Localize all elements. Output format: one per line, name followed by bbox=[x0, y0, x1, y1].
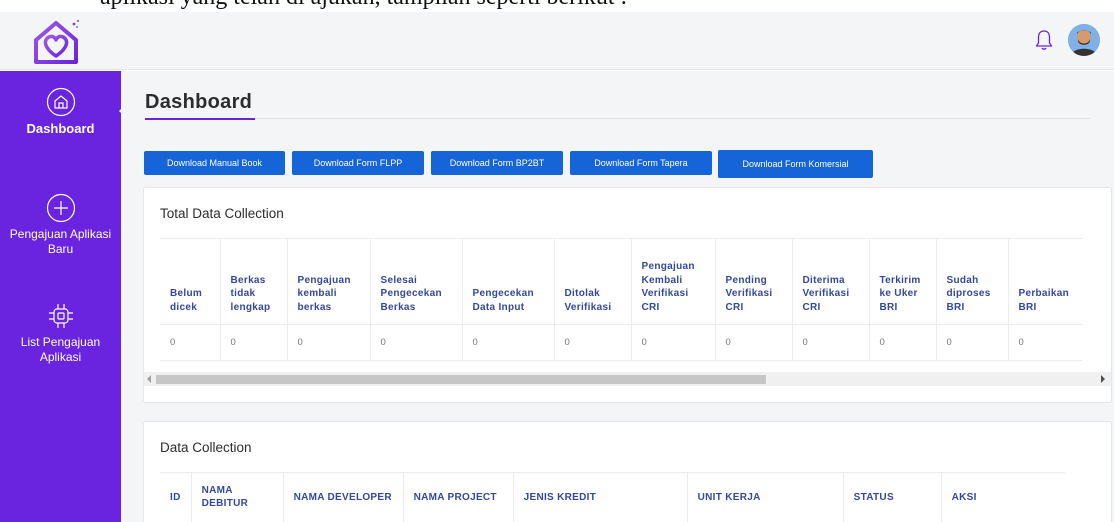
column-header: JENIS KREDIT bbox=[512, 472, 688, 522]
card-title: Data Collection bbox=[160, 440, 252, 455]
scroll-right-arrow-icon[interactable] bbox=[1101, 375, 1105, 383]
top-bar bbox=[0, 12, 1114, 70]
sidebar-item-pengajuan-aplikasi-baru[interactable]: Pengajuan Aplikasi Baru bbox=[0, 193, 121, 257]
column-header: ID bbox=[160, 472, 192, 522]
download-form-komersial-button[interactable]: Download Form Komersial bbox=[718, 150, 873, 178]
card-title: Total Data Collection bbox=[160, 206, 284, 221]
total-data-collection-card: Total Data Collection Belum dicek Berkas… bbox=[143, 187, 1112, 403]
bell-icon[interactable] bbox=[1034, 28, 1054, 52]
table-cell: 0 bbox=[286, 324, 370, 361]
table-row: 0 0 0 0 0 0 0 0 0 0 0 0 bbox=[160, 324, 1082, 361]
download-manual-book-button[interactable]: Download Manual Book bbox=[144, 151, 285, 175]
data-collection-table: ID NAMA DEBITUR NAMA DEVELOPER NAMA PROJ… bbox=[160, 472, 1066, 522]
plus-circle-icon bbox=[46, 193, 75, 223]
scroll-thumb[interactable] bbox=[156, 375, 766, 384]
sidebar-item-dashboard[interactable]: Dashboard bbox=[0, 87, 121, 136]
data-collection-card: Data Collection ID NAMA DEBITUR NAMA DEV… bbox=[143, 421, 1112, 522]
table-cell: 0 bbox=[369, 324, 462, 361]
table-cell: 0 bbox=[714, 324, 792, 361]
document-text: aplikasi yang telah di ajukan, tampilan … bbox=[100, 0, 627, 11]
total-data-table: Belum dicek Berkas tidak lengkap Pengaju… bbox=[160, 238, 1082, 361]
column-header: Pengajuan Kembali Verifikasi CRI bbox=[630, 238, 715, 325]
download-form-tapera-button[interactable]: Download Form Tapera bbox=[570, 151, 712, 175]
table-cell: 0 bbox=[1007, 324, 1082, 361]
horizontal-scrollbar[interactable] bbox=[144, 372, 1111, 386]
page-title: Dashboard bbox=[145, 91, 253, 113]
column-header: Pengajuan kembali berkas bbox=[286, 238, 370, 325]
table-cell: 0 bbox=[791, 324, 869, 361]
column-header: NAMA DEBITUR bbox=[190, 472, 284, 522]
column-header: Diterima Verifikasi CRI bbox=[791, 238, 869, 325]
column-header: Perbaikan BRI bbox=[1007, 238, 1082, 325]
sidebar: Dashboard Pengajuan Aplikasi Baru List P… bbox=[0, 71, 121, 522]
column-header: Terkirim ke Uker BRI bbox=[868, 238, 936, 325]
column-header: NAMA DEVELOPER bbox=[282, 472, 404, 522]
sidebar-item-list-pengajuan-aplikasi[interactable]: List Pengajuan Aplikasi bbox=[0, 301, 121, 365]
home-icon bbox=[46, 87, 75, 117]
table-cell: 0 bbox=[461, 324, 554, 361]
scroll-left-arrow-icon[interactable] bbox=[147, 375, 151, 383]
column-header: Belum dicek bbox=[160, 238, 220, 325]
column-header: Selesai Pengecekan Berkas bbox=[369, 238, 462, 325]
column-header: NAMA PROJECT bbox=[402, 472, 514, 522]
home-heart-logo-icon[interactable] bbox=[30, 18, 82, 66]
column-header: AKSI bbox=[940, 472, 1066, 522]
table-cell: 0 bbox=[935, 324, 1008, 361]
column-header: Berkas tidak lengkap bbox=[219, 238, 287, 325]
table-cell: 0 bbox=[553, 324, 631, 361]
chip-icon bbox=[48, 304, 73, 328]
title-divider bbox=[255, 118, 1090, 119]
table-cell: 0 bbox=[160, 324, 220, 361]
column-header: Ditolak Verifikasi bbox=[553, 238, 631, 325]
main-content: Dashboard Download Manual Book Download … bbox=[121, 71, 1114, 522]
sidebar-item-label: Pengajuan Aplikasi Baru bbox=[9, 227, 112, 256]
download-form-bp2bt-button[interactable]: Download Form BP2BT bbox=[431, 151, 563, 175]
sidebar-item-label: List Pengajuan Aplikasi bbox=[20, 335, 101, 364]
sidebar-item-label: Dashboard bbox=[26, 121, 95, 136]
download-form-flpp-button[interactable]: Download Form FLPP bbox=[292, 151, 424, 175]
column-header: UNIT KERJA bbox=[686, 472, 844, 522]
column-header: Pending Verifikasi CRI bbox=[714, 238, 792, 325]
document-text-fragment: aplikasi yang telah di ajukan, tampilan … bbox=[0, 0, 1114, 12]
table-cell: 0 bbox=[630, 324, 715, 361]
title-underline bbox=[145, 118, 255, 120]
column-header: Pengecekan Data Input bbox=[461, 238, 554, 325]
table-cell: 0 bbox=[868, 324, 936, 361]
column-header: STATUS bbox=[842, 472, 942, 522]
column-header: Sudah diproses BRI bbox=[935, 238, 1008, 325]
user-avatar-icon[interactable] bbox=[1068, 24, 1100, 56]
table-cell: 0 bbox=[219, 324, 287, 361]
